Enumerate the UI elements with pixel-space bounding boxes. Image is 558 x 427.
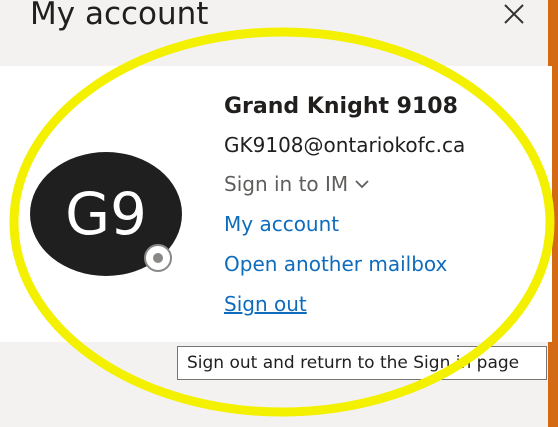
open-another-mailbox-link[interactable]: Open another mailbox [224, 252, 447, 276]
panel-header: My account [0, 0, 558, 66]
im-status-label: Sign in to IM [224, 172, 349, 196]
sign-out-tooltip: Sign out and return to the Sign in page [177, 346, 547, 380]
account-name: Grand Knight 9108 [224, 94, 458, 119]
close-button[interactable] [500, 0, 528, 28]
my-account-link[interactable]: My account [224, 212, 339, 236]
chevron-down-icon [355, 180, 369, 189]
presence-status-icon [142, 242, 174, 274]
sign-out-link[interactable]: Sign out [224, 292, 307, 316]
page-title: My account [30, 0, 209, 32]
close-icon [504, 4, 524, 24]
account-email: GK9108@ontariokofc.ca [224, 133, 466, 157]
im-status-dropdown[interactable]: Sign in to IM [224, 172, 370, 196]
